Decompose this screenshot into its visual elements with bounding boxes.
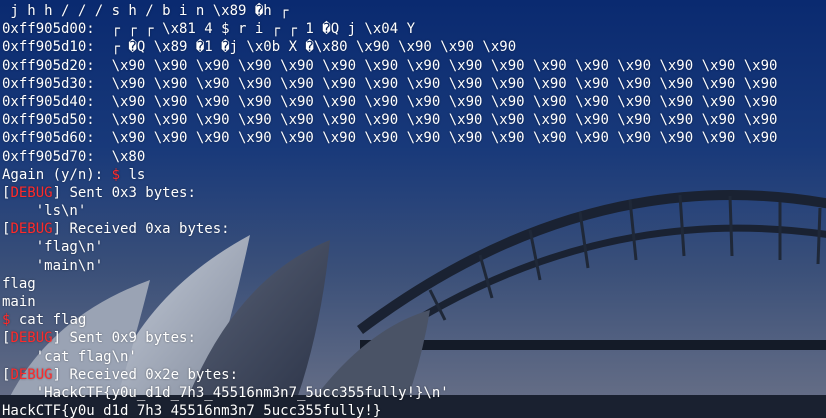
debug-log-line: [DEBUG] Received 0xa bytes: <box>2 220 777 238</box>
debug-log-line: [DEBUG] Received 0x2e bytes: <box>2 366 777 384</box>
terminal-line: flag <box>2 275 36 292</box>
terminal-line: j h h / / / s h / b i n \x89 �h ┌ <box>2 3 289 19</box>
terminal-line: 0xff905d60: \x90 \x90 \x90 \x90 \x90 \x9… <box>2 130 778 147</box>
shell-prompt-line: $ cat flag <box>2 311 777 329</box>
terminal-line: 0xff905d20: \x90 \x90 \x90 \x90 \x90 \x9… <box>2 57 778 74</box>
terminal-line: HackCTF{y0u_d1d_7h3_45516nm3n7_5ucc355fu… <box>2 403 382 418</box>
debug-tag: DEBUG <box>10 221 53 238</box>
debug-message: ] Sent 0x3 bytes: <box>52 184 196 201</box>
terminal-line: 0xff905d40: \x90 \x90 \x90 \x90 \x90 \x9… <box>2 93 778 110</box>
terminal-window[interactable]: j h h / / / s h / b i n \x89 �h ┌ 0xff905… <box>0 0 826 418</box>
terminal-line: 0xff905d00: ┌ ┌ ┌ \x81 4 $ r i ┌ ┌ 1 �Q … <box>2 21 416 38</box>
terminal-line: 'ls\n' <box>2 203 87 220</box>
terminal-line: main <box>2 294 36 310</box>
prompt-dollar-symbol: $ <box>111 166 121 183</box>
terminal-line: 'HackCTF{y0u_d1d_7h3_45516nm3n7_5ucc355f… <box>2 384 449 401</box>
debug-tag: DEBUG <box>10 366 53 383</box>
debug-log-line: [DEBUG] Sent 0x3 bytes: <box>2 184 777 202</box>
debug-tag: DEBUG <box>10 330 53 347</box>
terminal-line: 0xff905d10: ┌ �Q \x89 �1 �j \x0b X �\x80… <box>2 39 517 56</box>
debug-message: ] Received 0xa bytes: <box>52 221 230 238</box>
terminal-line: 'flag\n' <box>2 239 104 256</box>
terminal-output: j h h / / / s h / b i n \x89 �h ┌ 0xff905… <box>2 2 777 418</box>
debug-message: ] Sent 0x9 bytes: <box>52 330 196 347</box>
debug-tag: DEBUG <box>10 184 53 201</box>
debug-log-line: [DEBUG] Sent 0x9 bytes: <box>2 329 777 347</box>
terminal-line: 0xff905d70: \x80 <box>2 148 146 165</box>
command-text: cat flag <box>10 312 87 329</box>
terminal-line: 0xff905d50: \x90 \x90 \x90 \x90 \x90 \x9… <box>2 112 778 129</box>
terminal-line: 'cat flag\n' <box>2 348 137 365</box>
terminal-line: 0xff905d30: \x90 \x90 \x90 \x90 \x90 \x9… <box>2 75 778 92</box>
terminal-line: 'main\n' <box>2 257 104 274</box>
command-text: ls <box>120 166 146 183</box>
prompt-text: Again (y/n): <box>2 166 112 183</box>
shell-prompt-line: Again (y/n): $ ls <box>2 166 777 184</box>
debug-message: ] Received 0x2e bytes: <box>52 366 239 383</box>
